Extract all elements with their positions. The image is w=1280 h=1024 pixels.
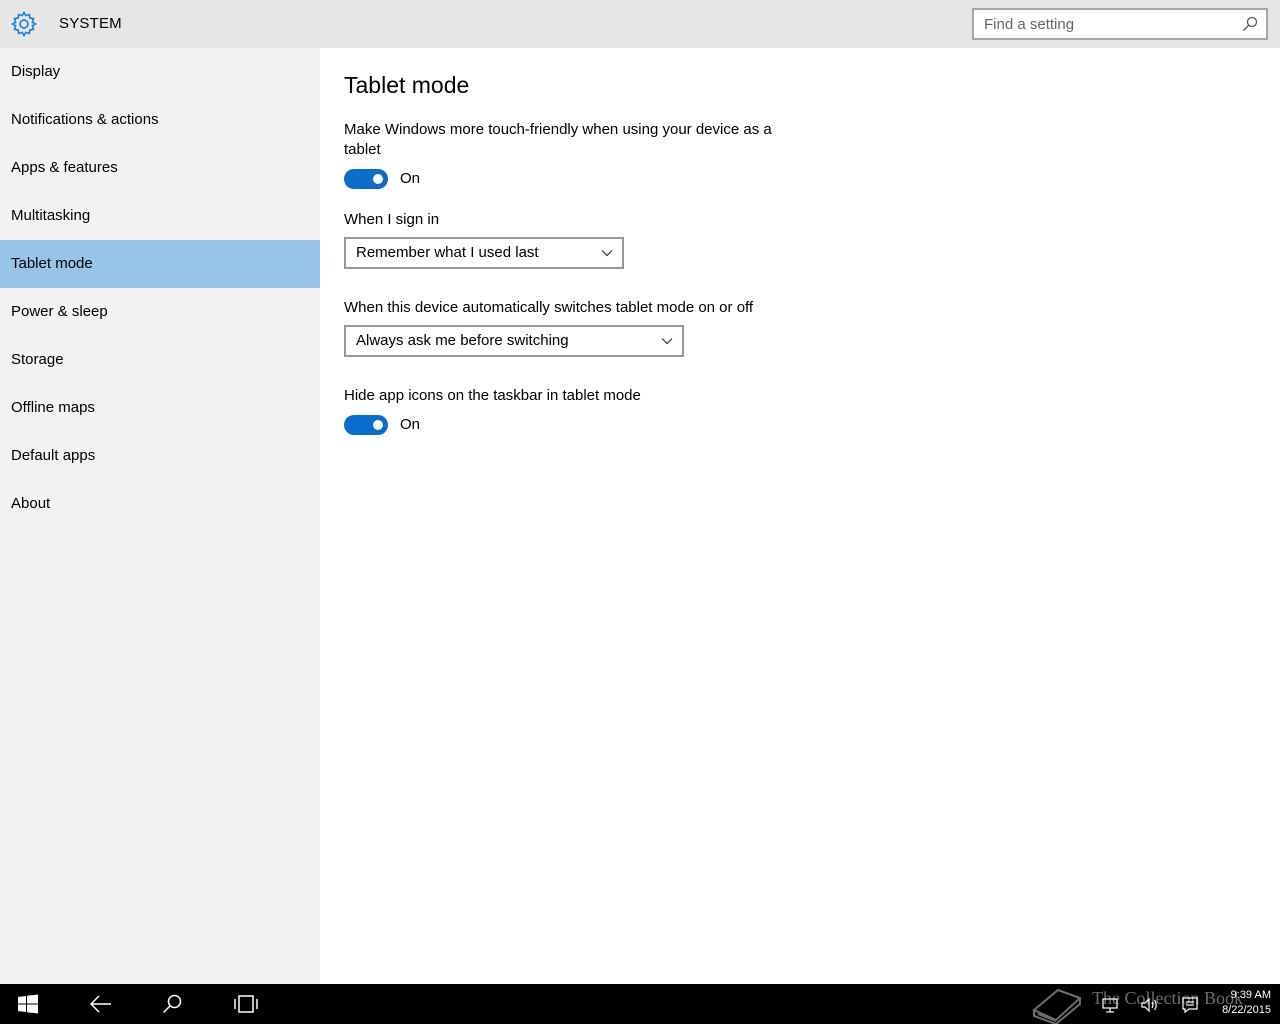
back-button[interactable] [76,984,124,1024]
volume-icon[interactable] [1141,996,1159,1014]
auto-switch-label: When this device automatically switches … [344,299,754,316]
sidebar-item-multitasking[interactable]: Multitasking [0,192,320,240]
chevron-down-icon [661,338,673,345]
auto-switch-dropdown[interactable]: Always ask me before switching [344,325,684,357]
sidebar-item-power-sleep[interactable]: Power & sleep [0,288,320,336]
start-button[interactable] [4,984,52,1024]
book-watermark-icon [1032,988,1082,1024]
touch-friendly-toggle[interactable] [344,169,388,189]
back-arrow-icon [90,995,111,1013]
sidebar-item-tablet-mode[interactable]: Tablet mode [0,240,320,288]
touch-friendly-label: Make Windows more touch-friendly when us… [344,121,772,158]
windows-logo-icon [18,994,38,1014]
network-icon[interactable] [1101,996,1119,1014]
clock-time: 9:39 AM [1230,989,1271,1001]
action-center-icon[interactable] [1181,996,1199,1014]
search-taskbar-button[interactable] [148,984,196,1024]
auto-switch-selected: Always ask me before switching [356,332,569,349]
toggle-knob [373,174,383,184]
toggle-knob [373,420,383,430]
sidebar: Display Notifications & actions Apps & f… [0,48,320,984]
hide-icons-state: On [400,416,421,433]
title-bar: SYSTEM [0,0,1280,48]
sidebar-item-about[interactable]: About [0,480,320,528]
sidebar-item-default-apps[interactable]: Default apps [0,432,320,480]
sidebar-item-offline-maps[interactable]: Offline maps [0,384,320,432]
page-title: Tablet mode [344,72,470,98]
task-view-icon [234,995,258,1013]
sidebar-item-display[interactable]: Display [0,48,320,96]
search-input[interactable] [974,10,1234,38]
sign-in-label: When I sign in [344,211,440,228]
taskbar: The Collection Book 9:39 AM 8/22/2015 [0,984,1280,1024]
clock-date: 8/22/2015 [1222,1004,1271,1016]
search-icon [162,994,182,1014]
task-view-button[interactable] [220,984,268,1024]
search-box[interactable] [972,8,1268,40]
chevron-down-icon [601,250,613,257]
app-title: SYSTEM [59,15,122,32]
gear-icon [10,10,38,38]
sign-in-dropdown[interactable]: Remember what I used last [344,237,624,269]
sidebar-item-apps-features[interactable]: Apps & features [0,144,320,192]
search-icon[interactable] [1242,16,1258,32]
touch-friendly-state: On [400,170,421,187]
main-content: Tablet mode Make Windows more touch-frie… [320,48,1280,984]
clock[interactable]: 9:39 AM 8/22/2015 [1222,988,1271,1018]
hide-icons-toggle[interactable] [344,415,388,435]
hide-icons-label: Hide app icons on the taskbar in tablet … [344,387,641,404]
sidebar-item-storage[interactable]: Storage [0,336,320,384]
sign-in-selected: Remember what I used last [356,244,539,261]
sidebar-item-notifications[interactable]: Notifications & actions [0,96,320,144]
